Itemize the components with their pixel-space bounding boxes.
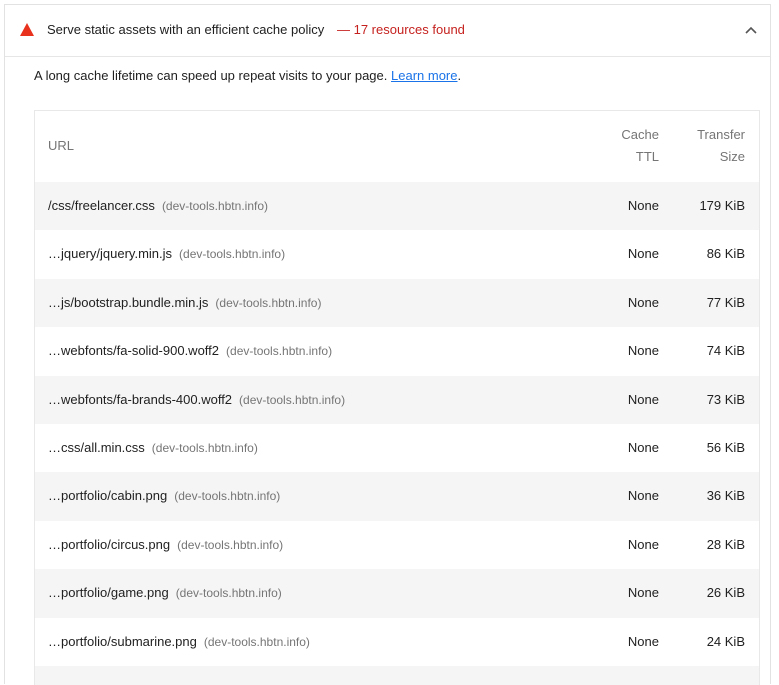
column-header-transfer-size: Transfer Size [675,124,745,168]
cell-transfer-size: 36 KiB [706,488,745,504]
cell-url[interactable]: …css/all.min.css (dev-tools.hbtn.info) [48,440,258,456]
cell-url[interactable]: …portfolio/submarine.png (dev-tools.hbtn.… [48,634,310,650]
cell-cache-ttl: None [627,585,659,601]
host-text: (dev-tools.hbtn.info) [203,634,310,649]
table-body: /css/freelancer.css (dev-tools.hbtn.info)… [35,182,759,685]
cell-transfer-size: 86 KiB [706,246,745,262]
table-row: …webfonts/fa-brands-400.woff2 (dev-tools.… [35,375,759,424]
description-period: . [457,68,462,83]
table-row: …portfolio/game.png (dev-tools.hbtn.info)… [35,569,759,618]
cell-cache-ttl: None [627,343,659,359]
cell-transfer-size: 179 KiB [699,198,745,213]
cell-url[interactable]: …jquery/jquery.min.js (dev-tools.hbtn.inf… [48,246,285,262]
audit-panel: Serve static assets with an efficient ca… [4,4,771,685]
host-text: (dev-tools.hbtn.info) [179,247,286,262]
table-row: /css/freelancer.css (dev-tools.hbtn.info)… [35,182,759,231]
cell-cache-ttl: None [627,294,659,310]
table-row: …portfolio/cabin.png (dev-tools.hbtn.info… [35,472,759,521]
url-text: …portfolio/circus.png [48,536,171,552]
cell-transfer-size: 26 KiB [706,585,745,601]
url-text: …css/all.min.css [48,439,145,455]
cell-cache-ttl: None [627,633,659,649]
cell-transfer-size: 28 KiB [706,536,745,552]
transfer-size-line1: Transfer [697,127,745,142]
host-text: (dev-tools.hbtn.info) [177,537,284,552]
cell-cache-ttl: None [627,439,659,455]
url-text: …portfolio/submarine.png [48,633,197,649]
cell-cache-ttl: None [627,198,659,213]
table-row: …portfolio/submarine.png (dev-tools.hbtn.… [35,618,759,666]
cell-cache-ttl: None [627,246,659,262]
audit-description: A long cache lifetime can speed up repea… [34,68,461,84]
table-row: …jquery/jquery.min.js (dev-tools.hbtn.inf… [35,230,759,278]
warning-triangle-icon [20,23,34,36]
resources-table: URL Cache TTL Transfer Size /css/freelan… [34,110,760,685]
host-text: (dev-tools.hbtn.info) [175,586,282,601]
cell-transfer-size: 56 KiB [706,439,745,455]
table-row-partial [35,665,759,685]
audit-header[interactable]: Serve static assets with an efficient ca… [5,5,770,57]
host-text: (dev-tools.hbtn.info) [174,489,281,504]
audit-display-value: — 17 resources found [337,22,465,37]
cache-ttl-line1: Cache [621,127,659,142]
table-row: …css/all.min.css (dev-tools.hbtn.info) No… [35,424,759,472]
column-header-url: URL [48,138,75,153]
table-header: URL Cache TTL Transfer Size [35,111,759,182]
learn-more-link[interactable]: Learn more [391,68,457,83]
cell-url[interactable]: /css/freelancer.css (dev-tools.hbtn.info) [48,198,268,214]
cell-cache-ttl: None [627,391,659,407]
cell-url[interactable]: …webfonts/fa-brands-400.woff2 (dev-tools.… [48,392,345,408]
host-text: (dev-tools.hbtn.info) [161,199,268,213]
cell-url[interactable]: …portfolio/circus.png (dev-tools.hbtn.inf… [48,537,283,553]
url-text: …webfonts/fa-solid-900.woff2 [48,343,220,359]
table-row: …webfonts/fa-solid-900.woff2 (dev-tools.h… [35,327,759,375]
url-text: …webfonts/fa-brands-400.woff2 [48,391,233,407]
cell-transfer-size: 24 KiB [706,633,745,649]
url-text: …jquery/jquery.min.js [48,246,173,262]
cell-url[interactable]: …portfolio/cabin.png (dev-tools.hbtn.info… [48,488,280,504]
url-text: /css/freelancer.css [48,198,155,213]
cell-cache-ttl: None [627,488,659,504]
cell-transfer-size: 73 KiB [706,391,745,407]
cell-transfer-size: 77 KiB [706,294,745,310]
transfer-size-line2: Size [719,149,745,164]
table-row: …js/bootstrap.bundle.min.js (dev-tools.hb… [35,278,759,328]
host-text: (dev-tools.hbtn.info) [239,392,346,407]
url-text: …js/bootstrap.bundle.min.js [48,294,209,310]
cell-url[interactable]: …webfonts/fa-solid-900.woff2 (dev-tools.h… [48,343,332,359]
column-header-cache-ttl: Cache TTL [605,124,659,168]
cache-ttl-line2: TTL [635,149,659,164]
host-text: (dev-tools.hbtn.info) [151,440,258,455]
url-text: …portfolio/cabin.png [48,488,168,504]
description-text: A long cache lifetime can speed up repea… [34,68,388,83]
url-text: …portfolio/game.png [48,585,169,601]
audit-title: Serve static assets with an efficient ca… [47,22,325,37]
cell-url[interactable]: …portfolio/game.png (dev-tools.hbtn.info) [48,585,282,601]
cell-cache-ttl: None [627,536,659,552]
host-text: (dev-tools.hbtn.info) [215,295,322,310]
table-row: …portfolio/circus.png (dev-tools.hbtn.inf… [35,521,759,569]
cell-url[interactable]: …js/bootstrap.bundle.min.js (dev-tools.hb… [48,295,321,311]
cell-transfer-size: 74 KiB [706,343,745,359]
chevron-up-icon[interactable] [744,23,758,37]
host-text: (dev-tools.hbtn.info) [226,344,333,359]
